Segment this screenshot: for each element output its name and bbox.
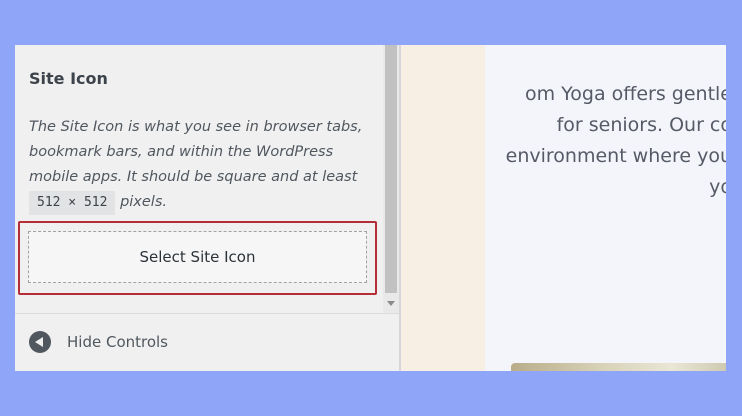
description-text: The Site Icon is what you see in browser… bbox=[29, 119, 363, 185]
screenshot-frame: Site Icon The Site Icon is what you see … bbox=[15, 45, 726, 371]
section-description: The Site Icon is what you see in browser… bbox=[29, 115, 374, 215]
panel-scrollbar[interactable] bbox=[383, 45, 399, 313]
panel-divider bbox=[15, 313, 399, 314]
hide-controls-button[interactable]: Hide Controls bbox=[29, 331, 168, 353]
size-requirement-chip: 512 × 512 bbox=[29, 191, 116, 215]
customizer-panel: Site Icon The Site Icon is what you see … bbox=[15, 45, 399, 371]
preview-text: om Yoga offers gentle for seniors. Our c… bbox=[485, 79, 726, 203]
scrollbar-thumb[interactable] bbox=[385, 45, 397, 293]
preview-side-column bbox=[401, 45, 485, 371]
description-suffix: pixels. bbox=[120, 194, 167, 210]
select-site-icon-button[interactable]: Select Site Icon bbox=[28, 231, 367, 283]
preview-image bbox=[511, 363, 726, 371]
section-title: Site Icon bbox=[29, 69, 108, 88]
preview-text-line: om Yoga offers gentle bbox=[525, 83, 726, 105]
preview-text-line: environment where you bbox=[505, 145, 726, 167]
preview-text-line: for seniors. Our co bbox=[556, 114, 726, 136]
arrow-left-circle-icon bbox=[29, 331, 51, 353]
site-preview: om Yoga offers gentle for seniors. Our c… bbox=[485, 45, 726, 371]
preview-text-line: yo bbox=[709, 176, 726, 198]
hide-controls-label: Hide Controls bbox=[67, 333, 169, 351]
scroll-down-arrow-icon[interactable] bbox=[387, 301, 395, 306]
